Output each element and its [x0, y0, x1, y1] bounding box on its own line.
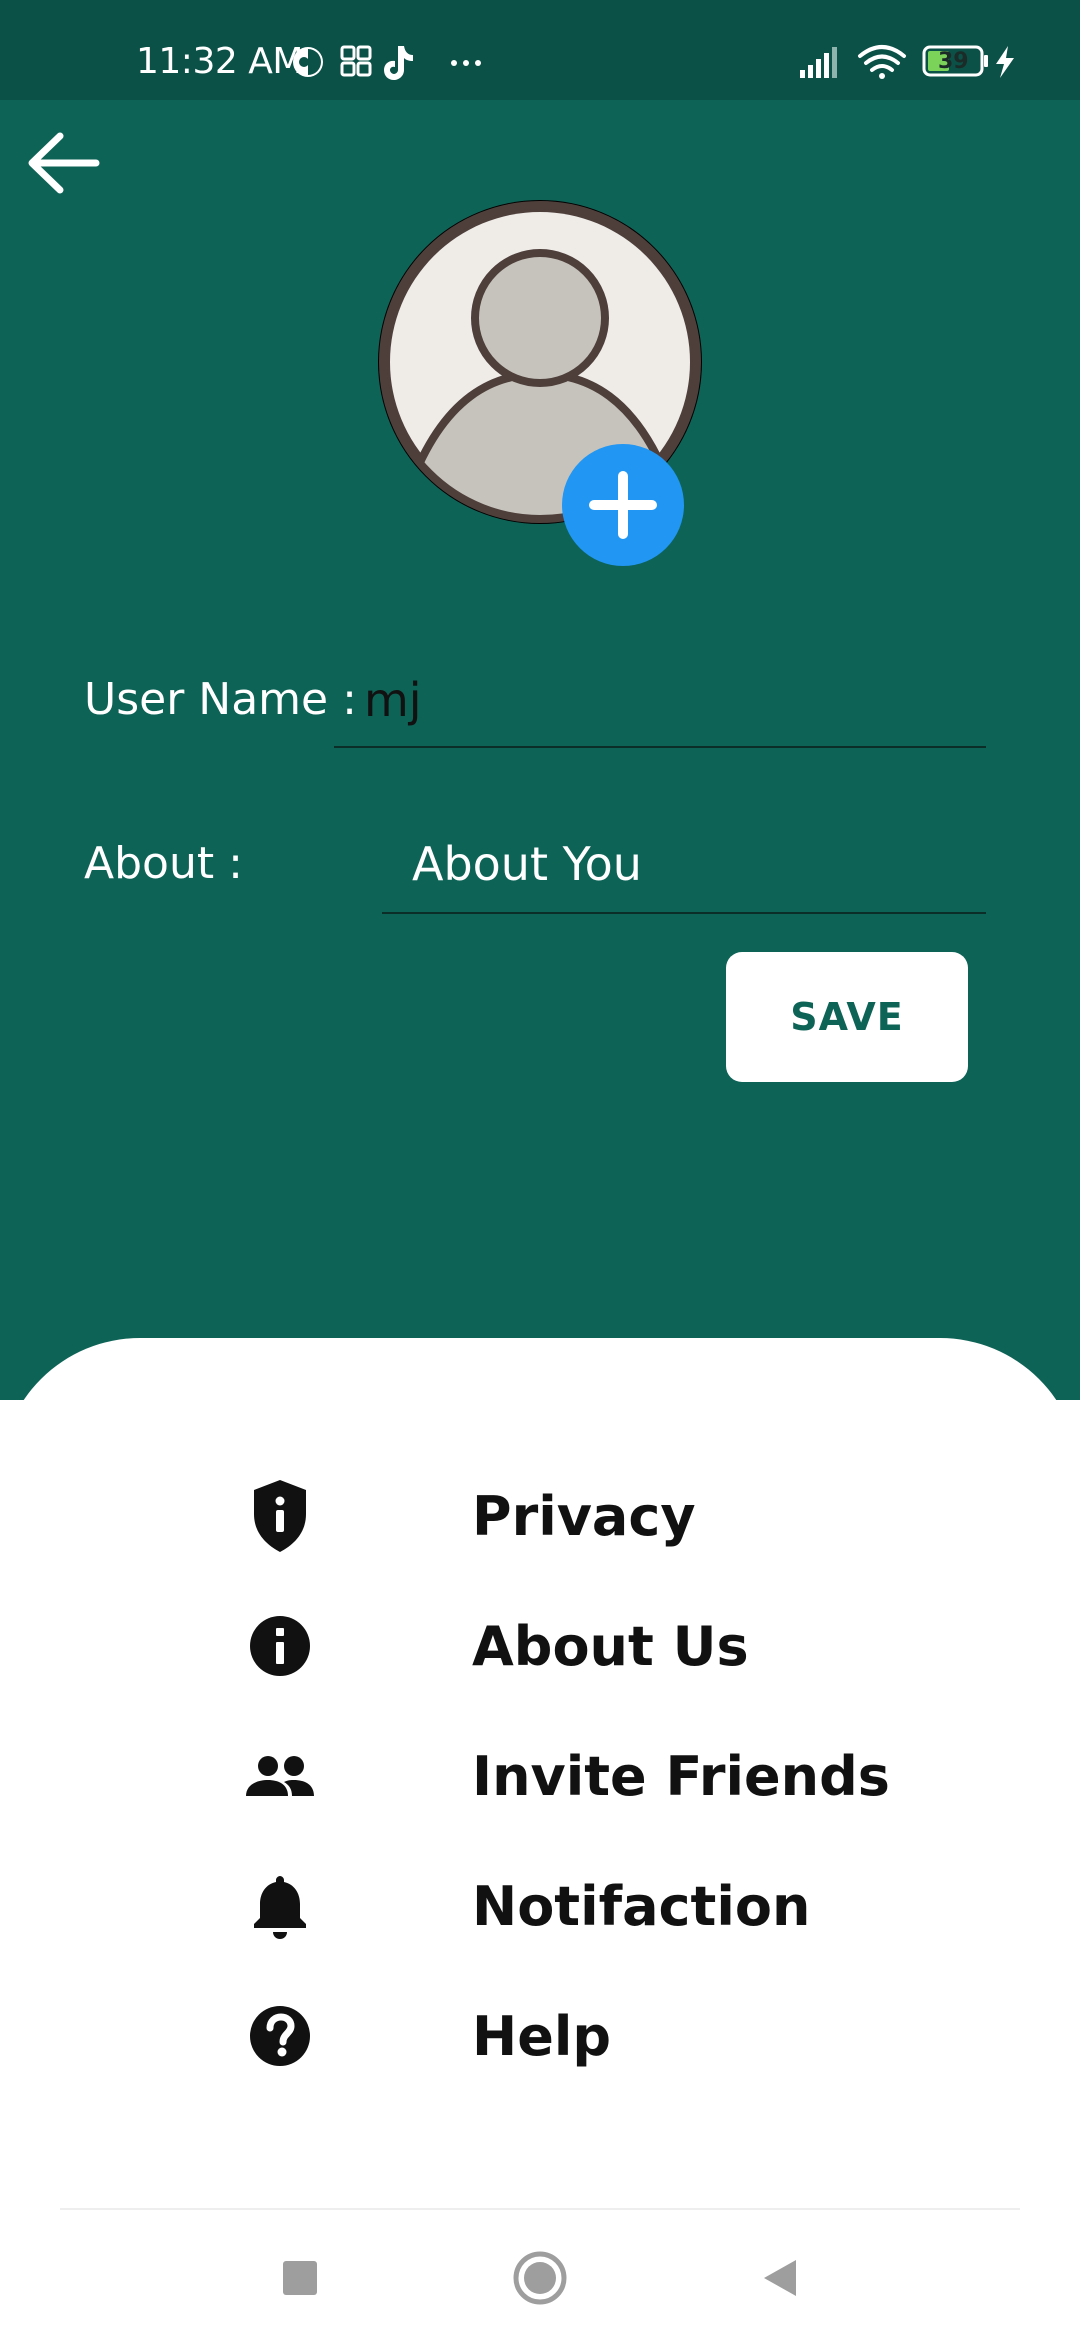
user-name-input[interactable]: mj [334, 670, 986, 748]
more-dots-icon [451, 60, 481, 66]
signal-icon [800, 47, 837, 78]
app-icon [293, 47, 323, 77]
status-bar: 11:32 AM 39 [0, 0, 1080, 100]
battery-level: 39 [938, 49, 969, 74]
menu-label-about-us: About Us [472, 1614, 749, 1678]
menu-item-about-us[interactable]: About Us [240, 1596, 840, 1696]
menu-item-help[interactable]: Help [240, 1986, 840, 2086]
home-icon[interactable] [512, 2250, 568, 2306]
recents-icon[interactable] [280, 2258, 320, 2298]
status-time: 11:32 AM [136, 41, 303, 82]
shield-icon [254, 1480, 306, 1552]
menu-label-help: Help [472, 2004, 611, 2068]
people-icon [246, 1756, 314, 1796]
help-icon [250, 2006, 310, 2066]
menu-item-privacy[interactable]: Privacy [240, 1466, 840, 1566]
plus-icon [589, 471, 657, 539]
about-label: About : [84, 838, 243, 889]
menu-label-privacy: Privacy [472, 1484, 696, 1548]
menu-label-notification: Notifaction [472, 1874, 811, 1938]
wifi-icon [858, 45, 906, 79]
status-notification-icons [293, 45, 481, 80]
system-navigation-bar [0, 2210, 1080, 2340]
save-button[interactable]: SAVE [726, 952, 968, 1082]
tiktok-icon [384, 46, 413, 80]
about-input[interactable]: About You [382, 834, 986, 914]
add-photo-button[interactable] [562, 444, 684, 566]
info-icon [250, 1616, 310, 1676]
user-name-label: User Name : [84, 674, 357, 725]
menu-item-invite-friends[interactable]: Invite Friends [240, 1726, 890, 1826]
menu-item-notification[interactable]: Notifaction [240, 1856, 840, 1956]
bell-icon [254, 1876, 306, 1939]
menu-label-invite-friends: Invite Friends [472, 1744, 890, 1808]
arrow-left-icon[interactable] [26, 130, 100, 196]
back-triangle-icon[interactable] [760, 2256, 800, 2300]
status-system-icons [800, 45, 1014, 79]
charging-icon [996, 46, 1014, 78]
grid-icon [340, 45, 372, 77]
